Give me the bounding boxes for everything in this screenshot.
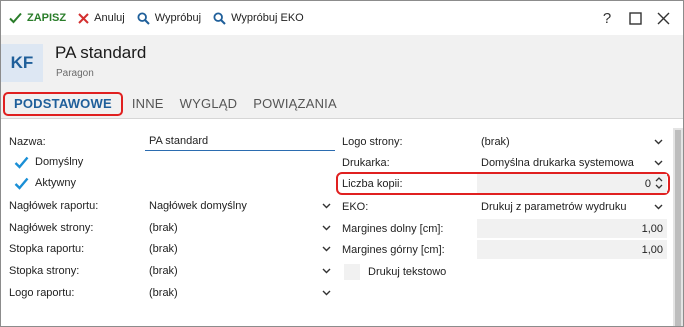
page-logo-value: (brak) xyxy=(481,135,510,148)
copies-input[interactable]: 0 xyxy=(477,174,667,193)
page-footer-value: (brak) xyxy=(149,264,178,277)
page-subtitle: Paragon xyxy=(56,68,94,79)
tab-podstawowe[interactable]: PODSTAWOWE xyxy=(3,91,123,116)
page-header-row: Nagłówek strony: xyxy=(9,218,93,238)
default-label: Domyślny xyxy=(35,156,84,168)
cancel-label: Anuluj xyxy=(94,12,125,24)
maximize-icon xyxy=(628,11,642,25)
eko-label: EKO: xyxy=(342,201,369,213)
page-logo-label: Logo strony: xyxy=(342,136,403,148)
margin-bottom-label: Margines dolny [cm]: xyxy=(342,223,444,235)
tab-powiazania[interactable]: POWIĄZANIA xyxy=(246,92,344,116)
test-button[interactable]: Wypróbuj xyxy=(131,1,207,35)
page-footer-label: Stopka strony: xyxy=(9,265,80,277)
page-footer-row: Stopka strony: xyxy=(9,261,79,281)
search-icon xyxy=(213,11,226,25)
name-input[interactable]: PA standard xyxy=(145,132,335,151)
report-header-value: Nagłówek domyślny xyxy=(149,199,247,212)
chevron-down-icon xyxy=(653,202,663,212)
checkbox-empty-icon xyxy=(344,264,360,280)
save-button[interactable]: ZAPISZ xyxy=(1,1,72,35)
tab-inne[interactable]: INNE xyxy=(125,92,171,116)
page-header-value: (brak) xyxy=(149,221,178,234)
checkmark-icon xyxy=(9,12,22,24)
margin-top-label: Margines górny [cm]: xyxy=(342,244,445,256)
print-text-label: Drukuj tekstowo xyxy=(368,266,447,278)
page-header-select[interactable]: (brak) xyxy=(145,218,335,237)
margin-bottom-value: 1,00 xyxy=(641,222,663,235)
report-logo-row: Logo raportu: xyxy=(9,283,74,303)
margin-top-value: 1,00 xyxy=(641,243,663,256)
name-value: PA standard xyxy=(149,135,209,147)
name-row: Nazwa: xyxy=(9,132,46,152)
report-logo-select[interactable]: (brak) xyxy=(145,283,335,302)
help-button[interactable]: ? xyxy=(593,1,621,35)
form-window: ZAPISZ Anuluj Wypróbuj Wypróbuj EKO ? KF… xyxy=(0,0,684,327)
record-header: KF PA standard Paragon xyxy=(1,35,683,89)
report-header-row: Nagłówek raportu: xyxy=(9,196,98,216)
scrollbar-thumb[interactable] xyxy=(675,130,681,326)
help-label: ? xyxy=(602,9,612,27)
chevron-down-icon xyxy=(321,288,331,298)
default-checkbox[interactable]: Domyślny xyxy=(13,152,83,172)
save-label: ZAPISZ xyxy=(27,12,67,24)
page-logo-row: Logo strony: xyxy=(342,132,403,152)
report-footer-value: (brak) xyxy=(149,242,178,255)
margin-bottom-input[interactable]: 1,00 xyxy=(477,219,667,238)
print-text-checkbox[interactable]: Drukuj tekstowo xyxy=(344,262,446,282)
chevron-down-icon xyxy=(653,137,663,147)
cancel-button[interactable]: Anuluj xyxy=(72,1,131,35)
margin-bottom-row: Margines dolny [cm]: xyxy=(342,219,443,239)
close-icon xyxy=(78,12,89,24)
eko-row: EKO: xyxy=(342,197,368,217)
margin-top-row: Margines górny [cm]: xyxy=(342,240,445,260)
chevron-down-icon xyxy=(653,158,663,168)
margin-top-input[interactable]: 1,00 xyxy=(477,240,667,259)
maximize-button[interactable] xyxy=(621,1,649,35)
printer-select[interactable]: Domyślna drukarka systemowa xyxy=(477,153,667,172)
search-icon xyxy=(137,11,150,25)
test-label: Wypróbuj xyxy=(154,12,202,24)
active-label: Aktywny xyxy=(35,177,76,189)
copies-value: 0 xyxy=(644,177,651,190)
report-footer-select[interactable]: (brak) xyxy=(145,239,335,258)
vertical-scrollbar[interactable] xyxy=(673,128,683,326)
chevron-down-icon xyxy=(321,266,331,276)
toolbar: ZAPISZ Anuluj Wypróbuj Wypróbuj EKO ? xyxy=(1,1,683,35)
eko-value: Drukuj z parametrów wydruku xyxy=(481,200,627,213)
spinner-icon[interactable] xyxy=(655,175,663,191)
page-footer-select[interactable]: (brak) xyxy=(145,261,335,280)
tab-wyglad[interactable]: WYGLĄD xyxy=(173,92,245,116)
window-controls: ? xyxy=(593,1,677,35)
report-header-label: Nagłówek raportu: xyxy=(9,200,99,212)
printer-row: Drukarka: xyxy=(342,153,390,173)
close-icon xyxy=(657,12,669,24)
copies-label: Liczba kopii: xyxy=(342,178,403,190)
active-checkbox[interactable]: Aktywny xyxy=(13,173,76,193)
chevron-down-icon xyxy=(321,223,331,233)
close-window-button[interactable] xyxy=(649,1,677,35)
report-logo-label: Logo raportu: xyxy=(9,287,75,299)
form-content: Nazwa: PA standard Domyślny Aktywny Nagł… xyxy=(1,120,683,326)
report-header-select[interactable]: Nagłówek domyślny xyxy=(145,196,335,215)
page-title: PA standard xyxy=(55,43,147,62)
eko-select[interactable]: Drukuj z parametrów wydruku xyxy=(477,197,667,216)
chevron-down-icon xyxy=(321,201,331,211)
avatar: KF xyxy=(1,44,43,82)
printer-label: Drukarka: xyxy=(342,157,390,169)
chevron-down-icon xyxy=(321,244,331,254)
report-footer-label: Stopka raportu: xyxy=(9,243,85,255)
report-logo-value: (brak) xyxy=(149,286,178,299)
page-header-label: Nagłówek strony: xyxy=(9,222,94,234)
report-footer-row: Stopka raportu: xyxy=(9,239,84,259)
printer-value: Domyślna drukarka systemowa xyxy=(481,156,634,169)
checkmark-icon xyxy=(13,154,29,170)
tab-bar: PODSTAWOWE INNE WYGLĄD POWIĄZANIA xyxy=(1,89,683,119)
copies-row: Liczba kopii: xyxy=(342,174,403,194)
test-eko-button[interactable]: Wypróbuj EKO xyxy=(207,1,310,35)
checkmark-icon xyxy=(13,175,29,191)
page-logo-select[interactable]: (brak) xyxy=(477,132,667,151)
test-eko-label: Wypróbuj EKO xyxy=(231,12,304,24)
name-label: Nazwa: xyxy=(9,136,46,148)
